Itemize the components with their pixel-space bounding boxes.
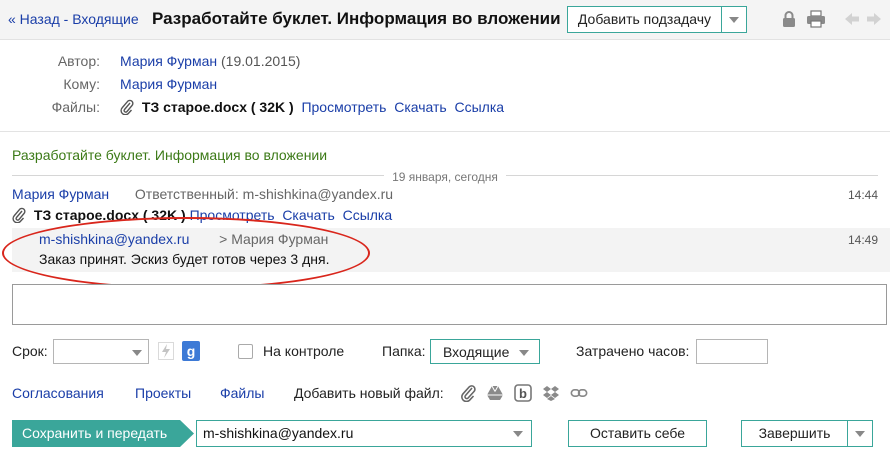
tab-files[interactable]: Файлы bbox=[220, 385, 264, 401]
add-subtask-label: Добавить подзадачу bbox=[568, 7, 722, 32]
message-file-download-link[interactable]: Скачать bbox=[282, 207, 335, 223]
finish-label: Завершить bbox=[742, 421, 848, 446]
google-drive-icon[interactable] bbox=[486, 384, 504, 402]
chevron-down-icon bbox=[132, 350, 142, 356]
hours-spent-input[interactable] bbox=[696, 339, 768, 364]
box-icon[interactable]: b bbox=[514, 384, 532, 402]
author-label: Автор: bbox=[57, 53, 100, 69]
folder-select[interactable]: Входящие bbox=[430, 339, 540, 364]
dropbox-icon[interactable] bbox=[542, 384, 560, 402]
files-label: Файлы: bbox=[51, 99, 100, 115]
link-icon[interactable] bbox=[570, 384, 588, 402]
folder-label: Папка: bbox=[382, 343, 426, 359]
paperclip-icon bbox=[12, 207, 26, 223]
file-view-link[interactable]: Просмотреть bbox=[301, 99, 386, 115]
attached-file-name[interactable]: ТЗ старое.docx ( 32K ) bbox=[142, 99, 294, 115]
message-header: Мария Фурман Ответственный: m-shishkina@… bbox=[12, 186, 393, 202]
on-control-checkbox[interactable] bbox=[238, 344, 253, 359]
finish-dropdown[interactable] bbox=[848, 421, 872, 446]
hours-spent-label: Затрачено часов: bbox=[576, 343, 690, 359]
author-name-link[interactable]: Мария Фурман bbox=[120, 53, 217, 69]
to-row: Мария Фурман bbox=[120, 76, 217, 92]
lightning-icon[interactable] bbox=[158, 342, 174, 360]
chevron-down-icon bbox=[519, 350, 529, 356]
paperclip-icon bbox=[120, 99, 134, 115]
message-file-share-link[interactable]: Ссылка bbox=[343, 207, 393, 223]
highlight-oval bbox=[2, 217, 370, 289]
finish-button[interactable]: Завершить bbox=[741, 420, 873, 447]
keep-for-myself-button[interactable]: Оставить себе bbox=[568, 420, 707, 447]
to-name-link[interactable]: Мария Фурман bbox=[120, 76, 217, 92]
message-responsible: Ответственный: m-shishkina@yandex.ru bbox=[134, 186, 394, 202]
tab-approvals[interactable]: Согласования bbox=[12, 385, 104, 401]
message-sender-link[interactable]: Мария Фурман bbox=[12, 186, 109, 202]
task-subject: Разработайте буклет. Информация во вложе… bbox=[12, 147, 328, 163]
message-time: 14:44 bbox=[847, 188, 878, 202]
reply-time: 14:49 bbox=[847, 233, 878, 247]
back-to-inbox-link[interactable]: « Назад - Входящие bbox=[8, 11, 139, 27]
chevron-down-icon bbox=[729, 16, 739, 23]
recipient-value: m-shishkina@yandex.ru bbox=[203, 425, 354, 441]
tab-projects[interactable]: Проекты bbox=[135, 385, 191, 401]
deadline-select[interactable] bbox=[53, 339, 149, 364]
divider bbox=[0, 131, 890, 132]
add-subtask-button[interactable]: Добавить подзадачу bbox=[567, 6, 747, 33]
folder-value: Входящие bbox=[443, 344, 510, 360]
files-row: ТЗ старое.docx ( 32K ) Просмотреть Скача… bbox=[120, 99, 504, 115]
next-arrow-icon[interactable] bbox=[865, 10, 883, 28]
save-and-forward-label: Сохранить и передать bbox=[22, 425, 168, 441]
svg-text:g: g bbox=[187, 343, 196, 359]
task-title: Разработайте буклет. Информация во вложе… bbox=[152, 9, 561, 28]
file-download-link[interactable]: Скачать bbox=[394, 99, 447, 115]
paperclip-icon[interactable] bbox=[460, 384, 478, 402]
save-and-forward-button[interactable]: Сохранить и передать bbox=[12, 420, 194, 447]
on-control-label: На контроле bbox=[263, 343, 345, 359]
author-row: Мария Фурман (19.01.2015) bbox=[120, 53, 300, 69]
svg-text:b: b bbox=[519, 386, 527, 401]
comment-textarea[interactable] bbox=[12, 284, 887, 325]
chevron-down-icon bbox=[513, 431, 523, 437]
print-icon[interactable] bbox=[806, 10, 826, 28]
deadline-label: Срок: bbox=[12, 343, 48, 359]
to-label: Кому: bbox=[63, 76, 100, 92]
recipient-select[interactable]: m-shishkina@yandex.ru bbox=[196, 420, 532, 447]
author-date: (19.01.2015) bbox=[221, 53, 301, 69]
chevron-down-icon bbox=[855, 430, 865, 437]
google-calendar-icon[interactable]: g bbox=[182, 341, 200, 361]
lock-icon[interactable] bbox=[780, 10, 798, 28]
date-separator: 19 января, сегодня bbox=[12, 168, 878, 184]
add-file-label: Добавить новый файл: bbox=[294, 385, 444, 401]
add-subtask-dropdown[interactable] bbox=[722, 7, 746, 32]
file-share-link[interactable]: Ссылка bbox=[454, 99, 504, 115]
previous-arrow-icon[interactable] bbox=[843, 10, 861, 28]
task-header: « Назад - Входящие Разработайте буклет. … bbox=[0, 0, 890, 40]
date-separator-text: 19 января, сегодня bbox=[384, 170, 506, 184]
